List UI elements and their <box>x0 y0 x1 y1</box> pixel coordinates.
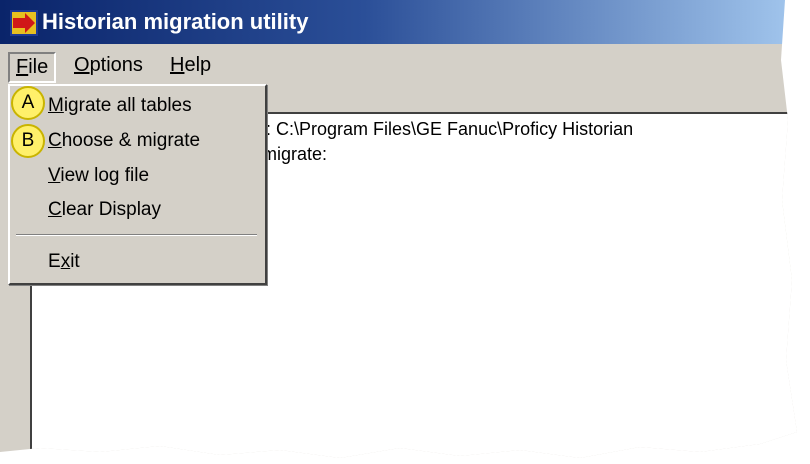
title-bar[interactable]: Historian migration utility <box>0 0 797 44</box>
screenshot-stage: Historian migration utility File Options… <box>0 0 810 464</box>
menu-file[interactable]: File <box>8 52 57 83</box>
menu-options-label: ptions <box>89 54 143 76</box>
menu-help-hotkey: H <box>170 54 185 76</box>
log-line-migrate: migrate: <box>262 144 328 164</box>
callout-a-badge: A <box>11 86 45 120</box>
app-icon <box>10 10 38 36</box>
menu-help[interactable]: Help <box>164 52 217 79</box>
hotkey-c: C <box>48 130 62 151</box>
menu-help-label: elp <box>184 54 212 76</box>
hotkey-v: V <box>48 165 61 186</box>
menu-options-hotkey: O <box>74 54 90 76</box>
menu-item-label: lear Display <box>61 199 161 220</box>
menu-item-choose-and-migrate[interactable]: Choose & migrate <box>48 130 200 152</box>
menu-item-view-log-file[interactable]: View log file <box>48 165 149 187</box>
menu-item-label: hoose & migrate <box>61 130 201 151</box>
app-window: Historian migration utility File Options… <box>0 0 797 458</box>
menu-item-label-pre: E <box>48 251 61 272</box>
menu-separator <box>16 234 257 236</box>
menu-item-exit[interactable]: Exit <box>48 251 80 273</box>
menu-item-label: it <box>70 251 80 272</box>
file-dropdown-menu: Migrate all tables Choose & migrate View… <box>8 84 267 285</box>
window-title: Historian migration utility <box>42 9 309 34</box>
menu-bar: File Options Help <box>0 44 797 86</box>
hotkey-c: C <box>48 199 62 220</box>
hotkey-x: x <box>60 251 71 272</box>
callout-b-badge: B <box>11 124 45 158</box>
menu-file-hotkey: F <box>16 56 29 78</box>
log-line-path: n: C:\Program Files\GE Fanuc\Proficy His… <box>256 119 634 139</box>
menu-options[interactable]: Options <box>68 52 149 79</box>
hotkey-m: M <box>48 95 64 116</box>
menu-file-label: ile <box>28 56 49 78</box>
menu-item-label: igrate all tables <box>63 95 192 116</box>
menu-item-label: iew log file <box>60 165 150 186</box>
menu-item-clear-display[interactable]: Clear Display <box>48 199 161 221</box>
menu-item-migrate-all-tables[interactable]: Migrate all tables <box>48 95 192 117</box>
